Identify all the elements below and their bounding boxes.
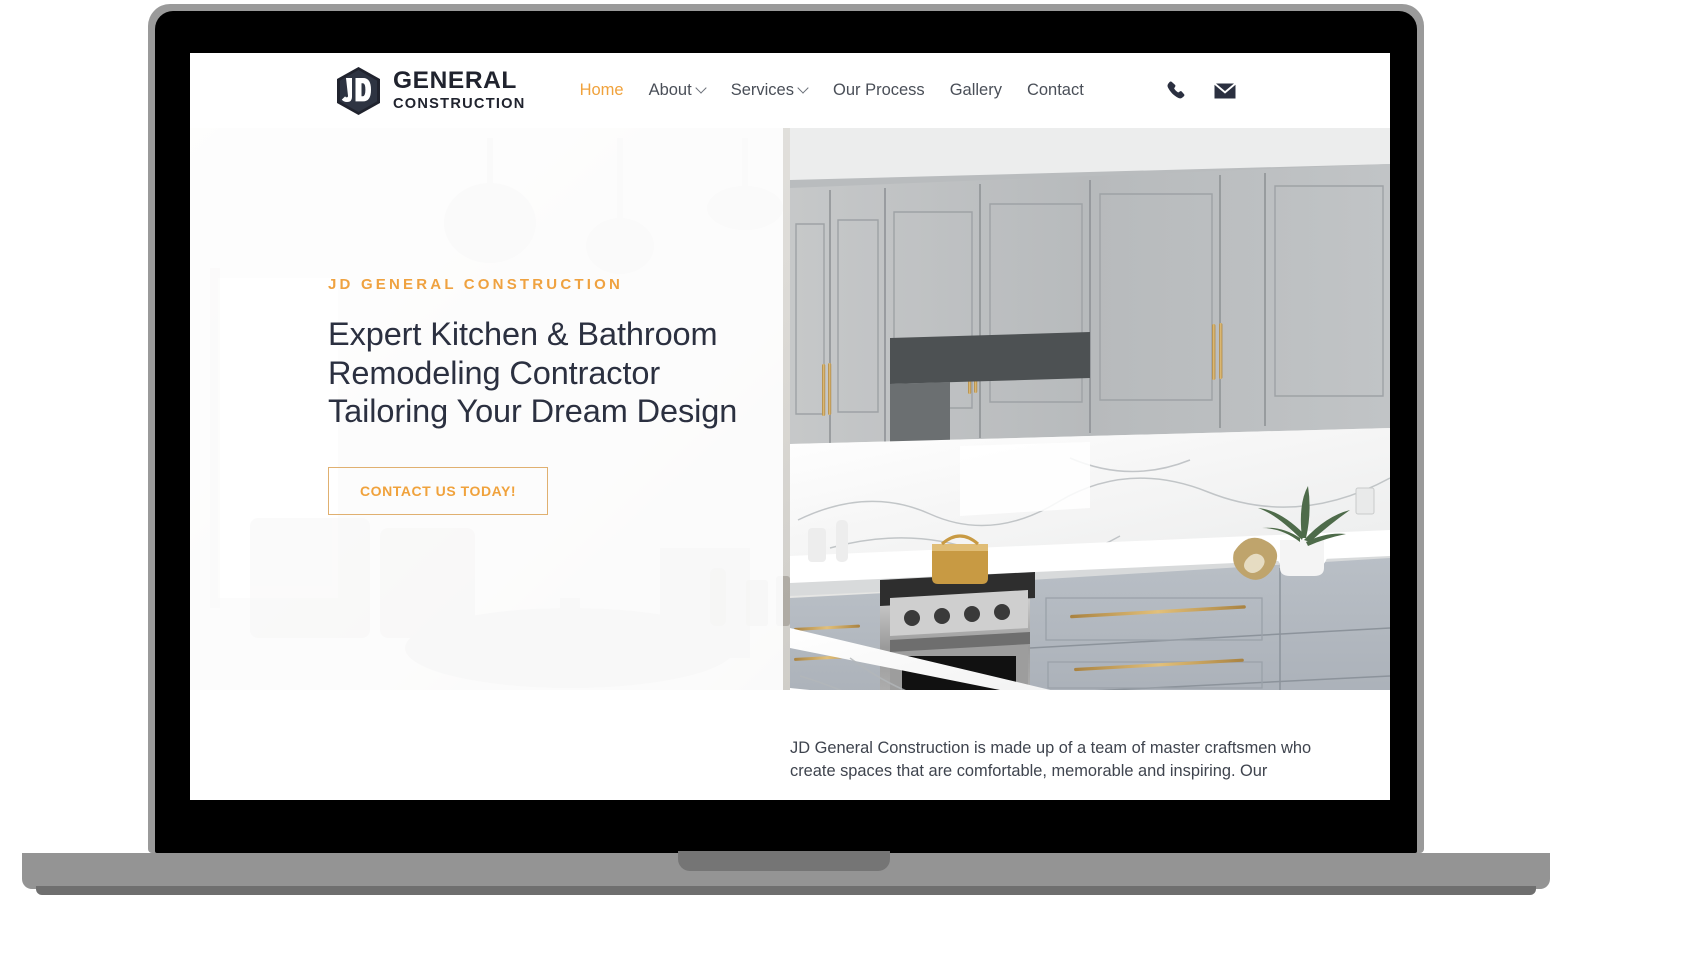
hero-headline-line-1: Expert Kitchen & Bathroom: [328, 316, 718, 352]
hero-eyebrow: JD GENERAL CONSTRUCTION: [328, 276, 624, 293]
chevron-down-icon: [697, 84, 706, 93]
nav-label-gallery: Gallery: [949, 81, 1002, 99]
phone-icon[interactable]: [1165, 79, 1189, 103]
laptop-screen: GENERAL CONSTRUCTION Home About Services: [190, 53, 1390, 800]
nav-item-contact[interactable]: Contact: [1027, 81, 1084, 100]
site-logo[interactable]: GENERAL CONSTRUCTION: [335, 66, 526, 116]
nav-item-our-process[interactable]: Our Process: [833, 81, 925, 100]
laptop-base-notch: [678, 851, 890, 871]
screenshot-stage: GENERAL CONSTRUCTION Home About Services: [0, 0, 1704, 978]
header-actions: [1165, 79, 1237, 103]
chevron-down-icon: [799, 84, 808, 93]
hero-headline-line-3: Tailoring Your Dream Design: [328, 393, 738, 430]
hero-headline-line-2: Remodeling Contractor: [328, 354, 661, 391]
main-navigation: Home About Services Our Process Gallery: [580, 81, 1084, 100]
hero-section: JD GENERAL CONSTRUCTION Expert Kitchen &…: [190, 128, 1390, 690]
contact-us-today-button[interactable]: CONTACT US TODAY!: [328, 467, 549, 516]
envelope-icon[interactable]: [1213, 79, 1237, 103]
nav-item-services[interactable]: Services: [731, 81, 808, 100]
nav-item-about[interactable]: About: [649, 81, 706, 100]
logo-wordmark: GENERAL CONSTRUCTION: [393, 69, 526, 111]
nav-item-home[interactable]: Home: [580, 81, 624, 100]
nav-label-our-process: Our Process: [832, 81, 925, 99]
intro-section: JD General Construction is made up of a …: [190, 690, 1390, 800]
hero-headline: Expert Kitchen & Bathroom Remodeling Con…: [328, 315, 758, 431]
hero-copy: JD GENERAL CONSTRUCTION Expert Kitchen &…: [328, 276, 758, 516]
jd-hexagon-logo-icon: [337, 66, 380, 115]
nav-label-services: Services: [730, 81, 794, 99]
nav-item-gallery[interactable]: Gallery: [950, 81, 1002, 100]
nav-label-about: About: [648, 81, 692, 99]
intro-paragraph: JD General Construction is made up of a …: [790, 739, 1312, 781]
laptop-base-shadow: [36, 886, 1536, 895]
nav-label-contact: Contact: [1026, 81, 1084, 99]
site-header: GENERAL CONSTRUCTION Home About Services: [190, 53, 1390, 128]
logo-line-1: GENERAL: [393, 67, 517, 95]
logo-line-2: CONSTRUCTION: [393, 95, 526, 112]
nav-label-home: Home: [579, 81, 624, 99]
